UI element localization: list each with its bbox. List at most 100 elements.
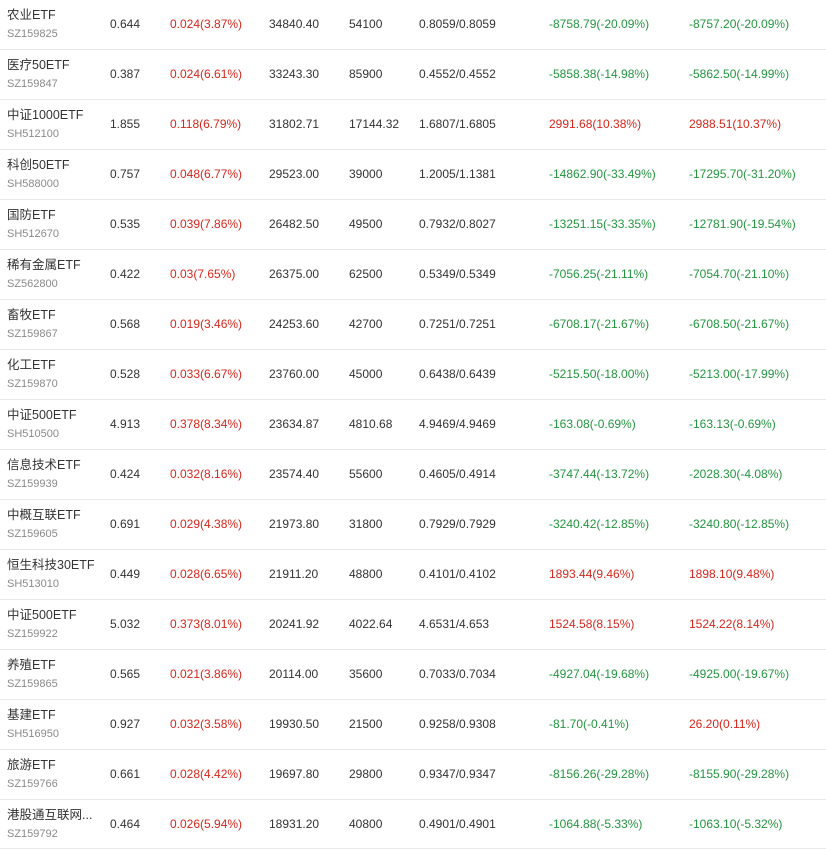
table-row[interactable]: 医疗50ETF SZ159847 0.387 0.024(6.61%) 33243.30… <box>0 49 826 99</box>
pnl-cell-2: -8757.20(-20.09%) <box>689 16 790 31</box>
bid-ask-cell: 0.7929/0.7929 <box>419 517 496 531</box>
amount-cell: 23760.00 <box>269 367 320 381</box>
amount-cell: 18931.20 <box>269 816 320 831</box>
etf-cell: 医疗50ETF SZ159847 <box>0 49 110 99</box>
volume-cell: 40800 <box>349 816 383 831</box>
table-row[interactable]: 港股通互联网... SZ159792 0.464 0.026(5.94%) 18931.… <box>0 799 826 848</box>
amount-cell: 23574.40 <box>269 467 320 481</box>
bid-ask-cell: 0.6438/0.6439 <box>419 367 496 381</box>
pnl-cell: 2991.68(10.38%) <box>549 117 642 131</box>
etf-name[interactable]: 养殖ETF <box>7 657 107 673</box>
etf-name[interactable]: 科创50ETF <box>7 157 107 173</box>
pnl-cell-2: -3240.80(-12.85%) <box>689 517 790 531</box>
table-row[interactable]: 畜牧ETF SZ159867 0.568 0.019(3.46%) 24253.60 42… <box>0 299 826 349</box>
etf-code: SZ159939 <box>7 478 58 490</box>
price-cell: 0.424 <box>110 467 141 481</box>
pnl-cell-2: -5213.00(-17.99%) <box>689 367 790 381</box>
table-row[interactable]: 信息技术ETF SZ159939 0.424 0.032(8.16%) 23574.40… <box>0 449 826 499</box>
etf-code: SZ159922 <box>7 628 58 640</box>
pnl-cell-2: -1063.10(-5.32%) <box>689 816 783 831</box>
bid-ask-cell: 0.9347/0.9347 <box>419 767 496 781</box>
volume-cell: 17144.32 <box>349 117 400 131</box>
etf-name[interactable]: 化工ETF <box>7 357 107 373</box>
price-cell: 0.422 <box>110 267 141 281</box>
table-row[interactable]: 农业ETF SZ159825 0.644 0.024(3.87%) 34840.40 54… <box>0 0 826 49</box>
etf-code: SH513010 <box>7 578 59 590</box>
pnl-cell-2: -12781.90(-19.54%) <box>689 217 796 231</box>
change-cell: 0.028(6.65%) <box>170 567 243 581</box>
volume-cell: 39000 <box>349 167 383 181</box>
etf-name[interactable]: 中证500ETF <box>7 407 107 423</box>
amount-cell: 20114.00 <box>269 667 319 681</box>
etf-code: SH512100 <box>7 128 59 140</box>
bid-ask-cell: 1.6807/1.6805 <box>419 117 496 131</box>
etf-name[interactable]: 畜牧ETF <box>7 307 107 323</box>
etf-cell: 信息技术ETF SZ159939 <box>0 449 110 499</box>
amount-cell: 26482.50 <box>269 217 320 231</box>
bid-ask-cell: 0.7251/0.7251 <box>419 317 496 331</box>
etf-code: SZ159792 <box>7 827 58 840</box>
pnl-cell: -8758.79(-20.09%) <box>549 16 650 31</box>
pnl-cell: -3747.44(-13.72%) <box>549 467 650 481</box>
table-row[interactable]: 国防ETF SH512670 0.535 0.039(7.86%) 26482.50 49… <box>0 199 826 249</box>
table-row[interactable]: 基建ETF SH516950 0.927 0.032(3.58%) 19930.50 21… <box>0 699 826 749</box>
table-row[interactable]: 中概互联ETF SZ159605 0.691 0.029(4.38%) 21973.80… <box>0 499 826 549</box>
volume-cell: 54100 <box>349 16 383 31</box>
change-cell: 0.118(6.79%) <box>170 117 242 131</box>
etf-name[interactable]: 信息技术ETF <box>7 457 107 473</box>
volume-cell: 35600 <box>349 667 383 681</box>
volume-cell: 48800 <box>349 567 383 581</box>
bid-ask-cell: 0.5349/0.5349 <box>419 267 496 281</box>
table-row[interactable]: 化工ETF SZ159870 0.528 0.033(6.67%) 23760.00 45… <box>0 349 826 399</box>
table-row[interactable]: 养殖ETF SZ159865 0.565 0.021(3.86%) 20114.00 35… <box>0 649 826 699</box>
amount-cell: 26375.00 <box>269 267 320 281</box>
etf-name[interactable]: 港股通互联网... <box>7 807 107 823</box>
price-cell: 0.691 <box>110 517 141 531</box>
change-cell: 0.032(3.58%) <box>170 717 243 731</box>
etf-cell: 中证1000ETF SH512100 <box>0 99 110 149</box>
table-row[interactable]: 中证1000ETF SH512100 1.855 0.118(6.79%) 31802.… <box>0 99 826 149</box>
pnl-cell-2: 26.20(0.11%) <box>689 717 761 731</box>
price-cell: 0.565 <box>110 667 141 681</box>
change-cell: 0.048(6.77%) <box>170 167 243 181</box>
bid-ask-cell: 0.9258/0.9308 <box>419 717 496 731</box>
etf-name[interactable]: 恒生科技30ETF <box>7 557 107 573</box>
etf-name[interactable]: 中概互联ETF <box>7 507 107 523</box>
pnl-cell: -5215.50(-18.00%) <box>549 367 650 381</box>
etf-name[interactable]: 医疗50ETF <box>7 57 107 73</box>
change-cell: 0.021(3.86%) <box>170 667 243 681</box>
etf-cell: 恒生科技30ETF SH513010 <box>0 549 110 599</box>
table-row[interactable]: 稀有金属ETF SZ562800 0.422 0.03(7.65%) 26375.00 6… <box>0 249 826 299</box>
change-cell: 0.032(8.16%) <box>170 467 243 481</box>
etf-code: SZ562800 <box>7 278 58 290</box>
table-row[interactable]: 中证500ETF SZ159922 5.032 0.373(8.01%) 20241.9… <box>0 599 826 649</box>
price-cell: 0.535 <box>110 217 141 231</box>
amount-cell: 19930.50 <box>269 717 320 731</box>
change-cell: 0.373(8.01%) <box>170 617 243 631</box>
pnl-cell: 1524.58(8.15%) <box>549 617 635 631</box>
bid-ask-cell: 0.7932/0.8027 <box>419 217 496 231</box>
etf-name[interactable]: 中证500ETF <box>7 607 107 623</box>
price-cell: 0.757 <box>110 167 141 181</box>
amount-cell: 33243.30 <box>269 67 320 81</box>
etf-name[interactable]: 国防ETF <box>7 207 107 223</box>
bid-ask-cell: 0.4605/0.4914 <box>419 467 496 481</box>
change-cell: 0.039(7.86%) <box>170 217 243 231</box>
price-cell: 0.449 <box>110 567 141 581</box>
price-cell: 0.387 <box>110 67 141 81</box>
pnl-cell-2: -17295.70(-31.20%) <box>689 167 796 181</box>
etf-name[interactable]: 旅游ETF <box>7 757 107 773</box>
etf-name[interactable]: 稀有金属ETF <box>7 257 107 273</box>
table-row[interactable]: 恒生科技30ETF SH513010 0.449 0.028(6.65%) 21911.… <box>0 549 826 599</box>
etf-name[interactable]: 中证1000ETF <box>7 107 107 123</box>
price-cell: 0.528 <box>110 367 141 381</box>
table-row[interactable]: 旅游ETF SZ159766 0.661 0.028(4.42%) 19697.80 29… <box>0 749 826 799</box>
etf-name[interactable]: 农业ETF <box>7 7 107 23</box>
volume-cell: 55600 <box>349 467 383 481</box>
table-row[interactable]: 科创50ETF SH588000 0.757 0.048(6.77%) 29523.00… <box>0 149 826 199</box>
etf-name[interactable]: 基建ETF <box>7 707 107 723</box>
etf-code: SH510500 <box>7 428 59 440</box>
volume-cell: 29800 <box>349 767 383 781</box>
bid-ask-cell: 0.7033/0.7034 <box>419 667 496 681</box>
table-row[interactable]: 中证500ETF SH510500 4.913 0.378(8.34%) 23634.8… <box>0 399 826 449</box>
